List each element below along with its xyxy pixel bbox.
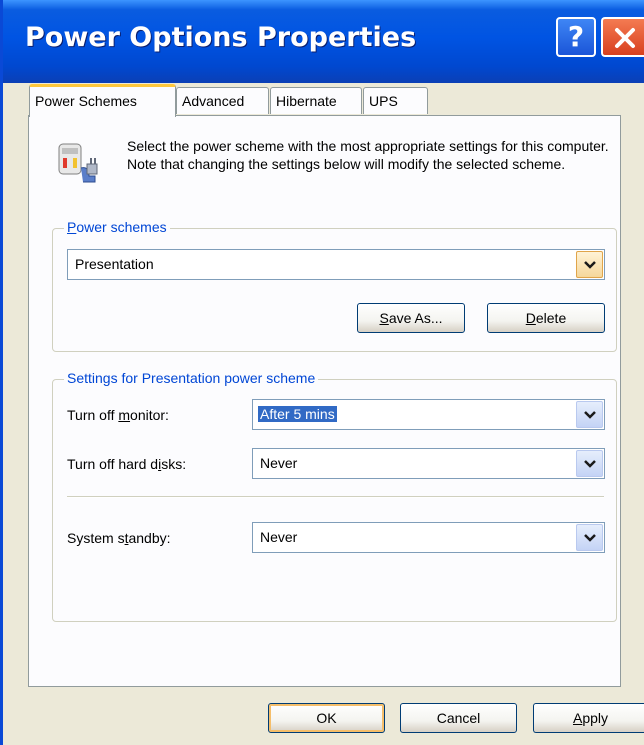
tab-label: Advanced <box>182 93 245 109</box>
tab-power-schemes[interactable]: Power Schemes <box>29 84 176 117</box>
label-text: System s <box>67 530 125 546</box>
apply-button[interactable]: Apply <box>533 703 644 733</box>
standby-select[interactable]: Never <box>252 522 605 553</box>
description-text: Select the power scheme with the most ap… <box>127 138 609 172</box>
power-plug-icon <box>58 143 98 183</box>
monitor-dropdown-button[interactable] <box>576 401 603 428</box>
tab-label: Power Schemes <box>35 93 137 109</box>
standby-label: System standby: <box>67 530 171 546</box>
tab-advanced[interactable]: Advanced <box>176 87 269 114</box>
button-mnemonic: D <box>525 310 536 326</box>
label-text: onitor: <box>130 407 169 423</box>
standby-dropdown-button[interactable] <box>576 524 603 551</box>
button-mnemonic: A <box>572 710 583 726</box>
button-label: elete <box>535 310 567 326</box>
power-scheme-dropdown-button[interactable] <box>576 251 603 278</box>
settings-legend: Settings for Presentation power scheme <box>64 370 319 386</box>
cancel-button[interactable]: Cancel <box>400 703 517 733</box>
settings-divider <box>67 496 604 498</box>
monitor-select[interactable]: After 5 mins <box>252 399 605 430</box>
monitor-label: Turn off monitor: <box>67 407 169 423</box>
button-mnemonic: S <box>379 310 389 326</box>
label-text: Turn off <box>67 407 119 423</box>
label-text: sks: <box>161 456 187 472</box>
close-icon <box>615 28 635 48</box>
tab-hibernate[interactable]: Hibernate <box>270 87 362 114</box>
standby-value: Never <box>260 529 298 545</box>
tab-label: UPS <box>369 93 398 109</box>
button-label: ave As... <box>388 310 443 326</box>
power-scheme-select[interactable]: Presentation <box>67 249 605 280</box>
button-label: pply <box>582 710 609 726</box>
ok-button[interactable]: OK <box>268 703 385 733</box>
power-schemes-legend: Power schemes <box>64 219 170 235</box>
hard-disks-select[interactable]: Never <box>252 448 605 479</box>
label-text: Turn off hard d <box>67 456 159 472</box>
hard-disks-label: Turn off hard disks: <box>67 456 186 472</box>
title-bar[interactable]: Power Options Properties ? <box>3 0 644 83</box>
help-button[interactable]: ? <box>556 17 596 57</box>
label-mnemonic: m <box>118 407 131 423</box>
hard-disks-value: Never <box>260 455 298 471</box>
tab-ups[interactable]: UPS <box>363 87 428 114</box>
chevron-down-icon <box>584 534 596 542</box>
delete-button[interactable]: Delete <box>487 303 605 333</box>
monitor-value: After 5 mins <box>258 406 337 422</box>
chevron-down-icon <box>584 411 596 419</box>
tab-label: Hibernate <box>276 93 337 109</box>
window-title: Power Options Properties <box>25 22 417 53</box>
power-scheme-value: Presentation <box>75 256 154 272</box>
save-as-button[interactable]: Save As... <box>357 303 465 333</box>
legend-mnemonic: P <box>67 219 77 235</box>
help-icon: ? <box>567 20 585 53</box>
chevron-down-icon <box>584 261 596 269</box>
chevron-down-icon <box>584 460 596 468</box>
close-button[interactable] <box>601 17 644 57</box>
hard-disks-dropdown-button[interactable] <box>576 450 603 477</box>
power-options-window: Power Options Properties ? Power Schemes… <box>0 0 644 745</box>
power-schemes-group <box>52 228 617 352</box>
legend-text: ower schemes <box>76 219 167 235</box>
label-text: andby: <box>128 530 171 546</box>
